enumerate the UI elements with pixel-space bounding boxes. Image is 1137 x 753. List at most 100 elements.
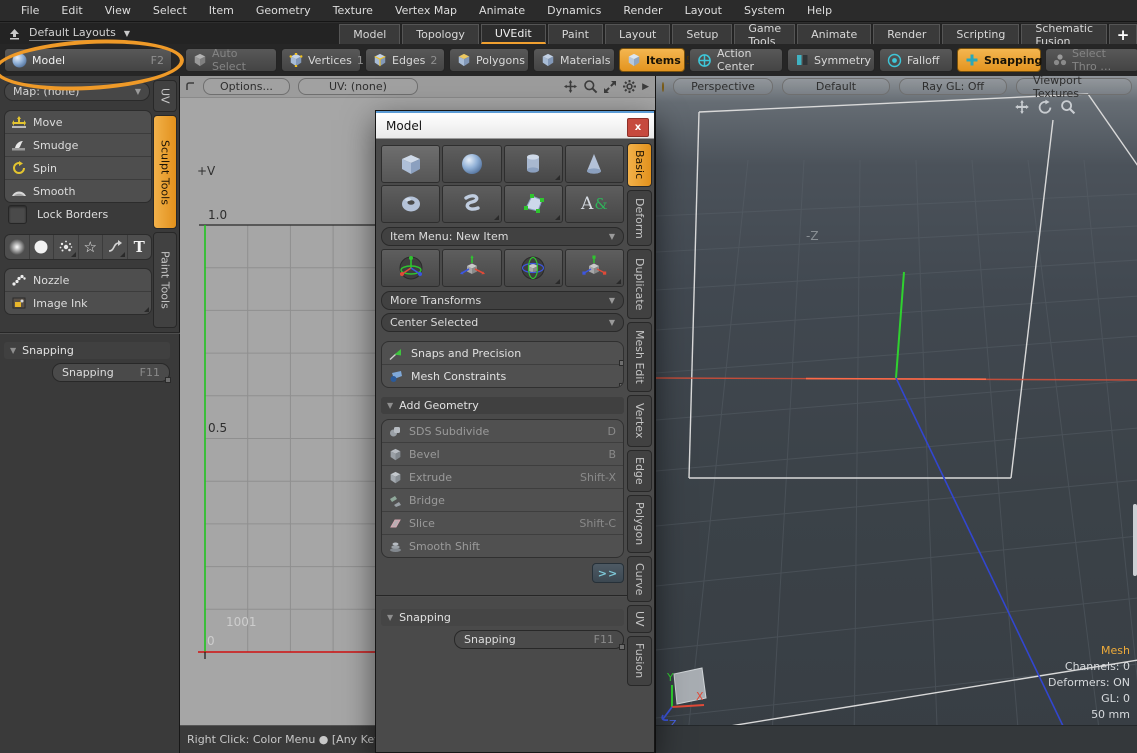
- transform-tool[interactable]: [381, 249, 440, 287]
- pen-tool[interactable]: [504, 185, 563, 223]
- tab-topology[interactable]: Topology: [402, 24, 479, 44]
- camera-mode-button[interactable]: Perspective: [673, 78, 773, 95]
- tab-deform[interactable]: Deform: [627, 190, 652, 246]
- expand-panel-icon[interactable]: ▶: [642, 82, 649, 92]
- bevel-row[interactable]: Bevel B: [382, 443, 623, 466]
- snaps-precision-row[interactable]: Snaps and Precision: [382, 342, 623, 365]
- orbit-icon[interactable]: [1037, 99, 1053, 115]
- tab-uv[interactable]: UV: [627, 605, 652, 633]
- tab-duplicate[interactable]: Duplicate: [627, 249, 652, 319]
- slice-row[interactable]: Slice Shift-C: [382, 512, 623, 535]
- more-tools-button[interactable]: >>: [592, 563, 624, 583]
- tab-schematic-fusion[interactable]: Schematic Fusion: [1021, 24, 1107, 44]
- viewport-corner-icon[interactable]: [186, 82, 195, 91]
- cone-tool[interactable]: [565, 145, 624, 183]
- pan-icon[interactable]: [1014, 99, 1030, 115]
- tab-paint-tools[interactable]: Paint Tools: [153, 232, 177, 328]
- tab-sculpt-tools[interactable]: Sculpt Tools: [153, 115, 177, 229]
- menu-system[interactable]: System: [733, 4, 796, 17]
- action-center-button[interactable]: Action Center: [689, 48, 783, 72]
- bridge-row[interactable]: Bridge: [382, 489, 623, 512]
- image-ink-row[interactable]: Image Ink: [5, 292, 151, 314]
- vertices-mode-button[interactable]: Vertices 1: [281, 48, 361, 72]
- rotate-tool[interactable]: [504, 249, 563, 287]
- shading-default-button[interactable]: Default: [782, 78, 890, 95]
- tool-smooth[interactable]: Smooth: [5, 180, 151, 202]
- nozzle-row[interactable]: Nozzle: [5, 269, 151, 292]
- tab-curve[interactable]: Curve: [627, 556, 652, 602]
- sidebar-snapping-button[interactable]: Snapping F11: [52, 363, 170, 382]
- snapping-toggle-button[interactable]: Snapping: [957, 48, 1041, 72]
- sds-subdivide-row[interactable]: SDS Subdivide D: [382, 420, 623, 443]
- menu-select[interactable]: Select: [142, 4, 198, 17]
- tab-render[interactable]: Render: [873, 24, 940, 44]
- tab-basic[interactable]: Basic: [627, 143, 652, 187]
- items-mode-button[interactable]: Items 5: [619, 48, 685, 72]
- tab-mesh-edit[interactable]: Mesh Edit: [627, 322, 652, 392]
- menu-item[interactable]: Item: [198, 4, 245, 17]
- soft-brush-icon[interactable]: [5, 235, 30, 259]
- tab-layout[interactable]: Layout: [605, 24, 670, 44]
- tab-uvedit[interactable]: UVEdit: [481, 24, 546, 44]
- polygons-mode-button[interactable]: Polygons: [449, 48, 529, 72]
- uv-map-button[interactable]: UV: (none): [298, 78, 418, 95]
- sidebar-snapping-header[interactable]: ▼ Snapping: [4, 342, 170, 359]
- close-icon[interactable]: x: [627, 118, 649, 137]
- pan-icon[interactable]: [563, 79, 578, 94]
- symmetry-button[interactable]: Symmetry: [787, 48, 875, 72]
- menu-dynamics[interactable]: Dynamics: [536, 4, 612, 17]
- tab-uv-tools[interactable]: UV: [153, 80, 177, 112]
- model-quick-button[interactable]: Model F2: [4, 48, 172, 72]
- item-menu-dropdown[interactable]: Item Menu: New Item ▼: [381, 227, 624, 246]
- ray-gl-button[interactable]: Ray GL: Off: [899, 78, 1007, 95]
- falloff-button[interactable]: Falloff: [879, 48, 953, 72]
- edges-mode-button[interactable]: Edges 2: [365, 48, 445, 72]
- text-tool[interactable]: A &: [565, 185, 624, 223]
- center-selected-dropdown[interactable]: Center Selected ▼: [381, 313, 624, 332]
- hard-brush-icon[interactable]: [30, 235, 55, 259]
- viewport-status-dot[interactable]: [662, 82, 664, 92]
- star-brush-icon[interactable]: ☆: [79, 235, 104, 259]
- viewport-textures-button[interactable]: Viewport Textures: [1016, 78, 1132, 95]
- tab-vertex[interactable]: Vertex: [627, 395, 652, 447]
- torus-tool[interactable]: [381, 185, 440, 223]
- scale-tool[interactable]: [565, 249, 624, 287]
- viewport-scrollbar[interactable]: [1133, 504, 1137, 576]
- menu-render[interactable]: Render: [612, 4, 673, 17]
- tool-spin[interactable]: Spin: [5, 157, 151, 180]
- cylinder-tool[interactable]: [504, 145, 563, 183]
- sphere-tool[interactable]: [442, 145, 501, 183]
- default-layouts-dropdown[interactable]: Default Layouts: [29, 26, 116, 41]
- tab-fusion[interactable]: Fusion: [627, 636, 652, 686]
- text-brush-icon[interactable]: T: [128, 235, 152, 259]
- tab-animate[interactable]: Animate: [797, 24, 871, 44]
- select-through-button[interactable]: Select Thro …: [1045, 48, 1137, 72]
- tab-edge[interactable]: Edge: [627, 450, 652, 492]
- auto-select-button[interactable]: Auto Select: [185, 48, 277, 72]
- cube-tool[interactable]: [381, 145, 440, 183]
- perspective-viewport[interactable]: -Z Y X Z Perspective Default Ray GL: Off…: [655, 76, 1137, 753]
- menu-edit[interactable]: Edit: [50, 4, 93, 17]
- tool-smudge[interactable]: Smudge: [5, 134, 151, 157]
- helix-tool[interactable]: [442, 185, 501, 223]
- model-popup-titlebar[interactable]: Model x: [376, 111, 654, 139]
- menu-texture[interactable]: Texture: [322, 4, 384, 17]
- tab-scripting[interactable]: Scripting: [942, 24, 1019, 44]
- gear-icon[interactable]: [622, 79, 637, 94]
- zoom-icon[interactable]: [1060, 99, 1076, 115]
- mesh-constraints-row[interactable]: Mesh Constraints: [382, 365, 623, 387]
- add-tab-button[interactable]: +: [1109, 24, 1137, 44]
- splatter-brush-icon[interactable]: [54, 235, 79, 259]
- uv-options-button[interactable]: Options...: [203, 78, 290, 95]
- lock-borders-checkbox[interactable]: [8, 205, 27, 224]
- materials-mode-button[interactable]: Materials: [533, 48, 615, 72]
- extrude-row[interactable]: Extrude Shift-X: [382, 466, 623, 489]
- tool-move[interactable]: Move: [5, 111, 151, 134]
- menu-geometry[interactable]: Geometry: [245, 4, 322, 17]
- popup-snapping-header[interactable]: ▼ Snapping: [381, 609, 624, 626]
- menu-help[interactable]: Help: [796, 4, 843, 17]
- menu-vertex-map[interactable]: Vertex Map: [384, 4, 468, 17]
- zoom-icon[interactable]: [583, 79, 598, 94]
- tab-setup[interactable]: Setup: [672, 24, 732, 44]
- menu-view[interactable]: View: [94, 4, 142, 17]
